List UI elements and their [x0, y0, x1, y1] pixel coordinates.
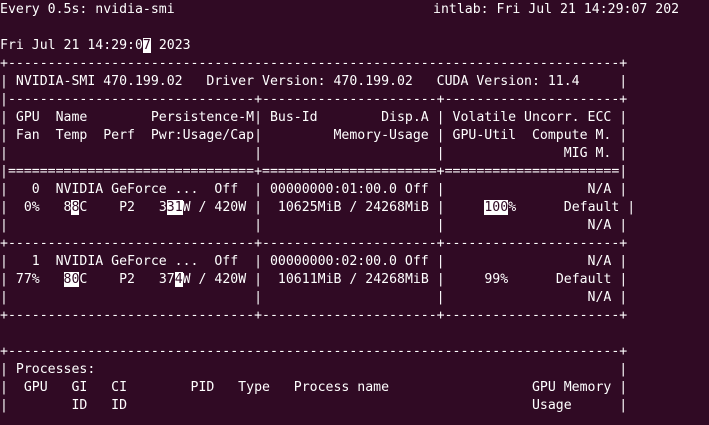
- smi-header-row-1: | GPU Name Persistence-M| Bus-Id Disp.A …: [0, 110, 628, 125]
- watch-host-time: intlab: Fri Jul 21 14:29:07 202: [433, 2, 680, 17]
- gpu-separator: +-------------------------------+-------…: [0, 236, 628, 251]
- gpu-0-row-1: | 0 NVIDIA GeForce ... Off | 00000000:01…: [0, 182, 628, 197]
- gpu-1-fan: | 77%: [0, 272, 64, 287]
- gpu-0-power-highlight: 31: [166, 200, 183, 215]
- processes-header-row-1: | GPU GI CI PID Type Process name GPU Me…: [0, 380, 628, 395]
- gpu-1-temp-highlight: 80: [63, 272, 80, 287]
- smi-table-bottom-border: +-------------------------------+-------…: [0, 308, 628, 323]
- watch-command: Every 0.5s: nvidia-smi: [0, 2, 175, 17]
- smi-header-row-3: | | | MIG M. |: [0, 146, 628, 161]
- gpu-1-row-3: | | | N/A |: [0, 290, 628, 305]
- terminal-window[interactable]: Every 0.5s: nvidia-smi intlab: Fri Jul 2…: [0, 0, 709, 425]
- text-cursor: 7: [142, 38, 151, 53]
- gpu-0-memory: W / 420W | 10625MiB / 24268MiB |: [182, 200, 485, 215]
- gpu-1-row-2: | 77% 80C P2 374W / 420W | 10611MiB / 24…: [0, 271, 627, 289]
- gpu-1-perf: C P2 37: [79, 272, 175, 287]
- date-line: Fri Jul 21 14:29:07 2023: [0, 37, 191, 55]
- gpu-0-compute-mode: % Default |: [508, 200, 636, 215]
- processes-title: | Processes: |: [0, 362, 628, 377]
- processes-header-row-2: | ID ID Usage |: [0, 398, 628, 413]
- smi-version-row: | NVIDIA-SMI 470.199.02 Driver Version: …: [0, 74, 628, 89]
- smi-header-separator: |===============================+=======…: [0, 164, 628, 179]
- gpu-0-perf: C P2 3: [79, 200, 167, 215]
- gpu-1-memory: W / 420W | 10611MiB / 24268MiB | 99% Def…: [182, 272, 628, 287]
- gpu-1-row-1: | 1 NVIDIA GeForce ... Off | 00000000:02…: [0, 254, 628, 269]
- gpu-0-fan: | 0% 8: [0, 200, 72, 215]
- smi-table-top-border: +---------------------------------------…: [0, 56, 628, 71]
- date-year: 2023: [150, 38, 191, 53]
- smi-section-separator: |-------------------------------+-------…: [0, 92, 628, 107]
- processes-top-border: +---------------------------------------…: [0, 344, 628, 359]
- gpu-1-power-highlight: 4: [174, 272, 183, 287]
- gpu-0-row-2: | 0% 88C P2 331W / 420W | 10625MiB / 242…: [0, 199, 635, 217]
- gpu-0-util-highlight: 100: [484, 200, 509, 215]
- date-text: Fri Jul 21 14:29:0: [0, 38, 143, 53]
- smi-header-row-2: | Fan Temp Perf Pwr:Usage/Cap| Memory-Us…: [0, 128, 628, 143]
- gpu-0-row-3: | | | N/A |: [0, 218, 628, 233]
